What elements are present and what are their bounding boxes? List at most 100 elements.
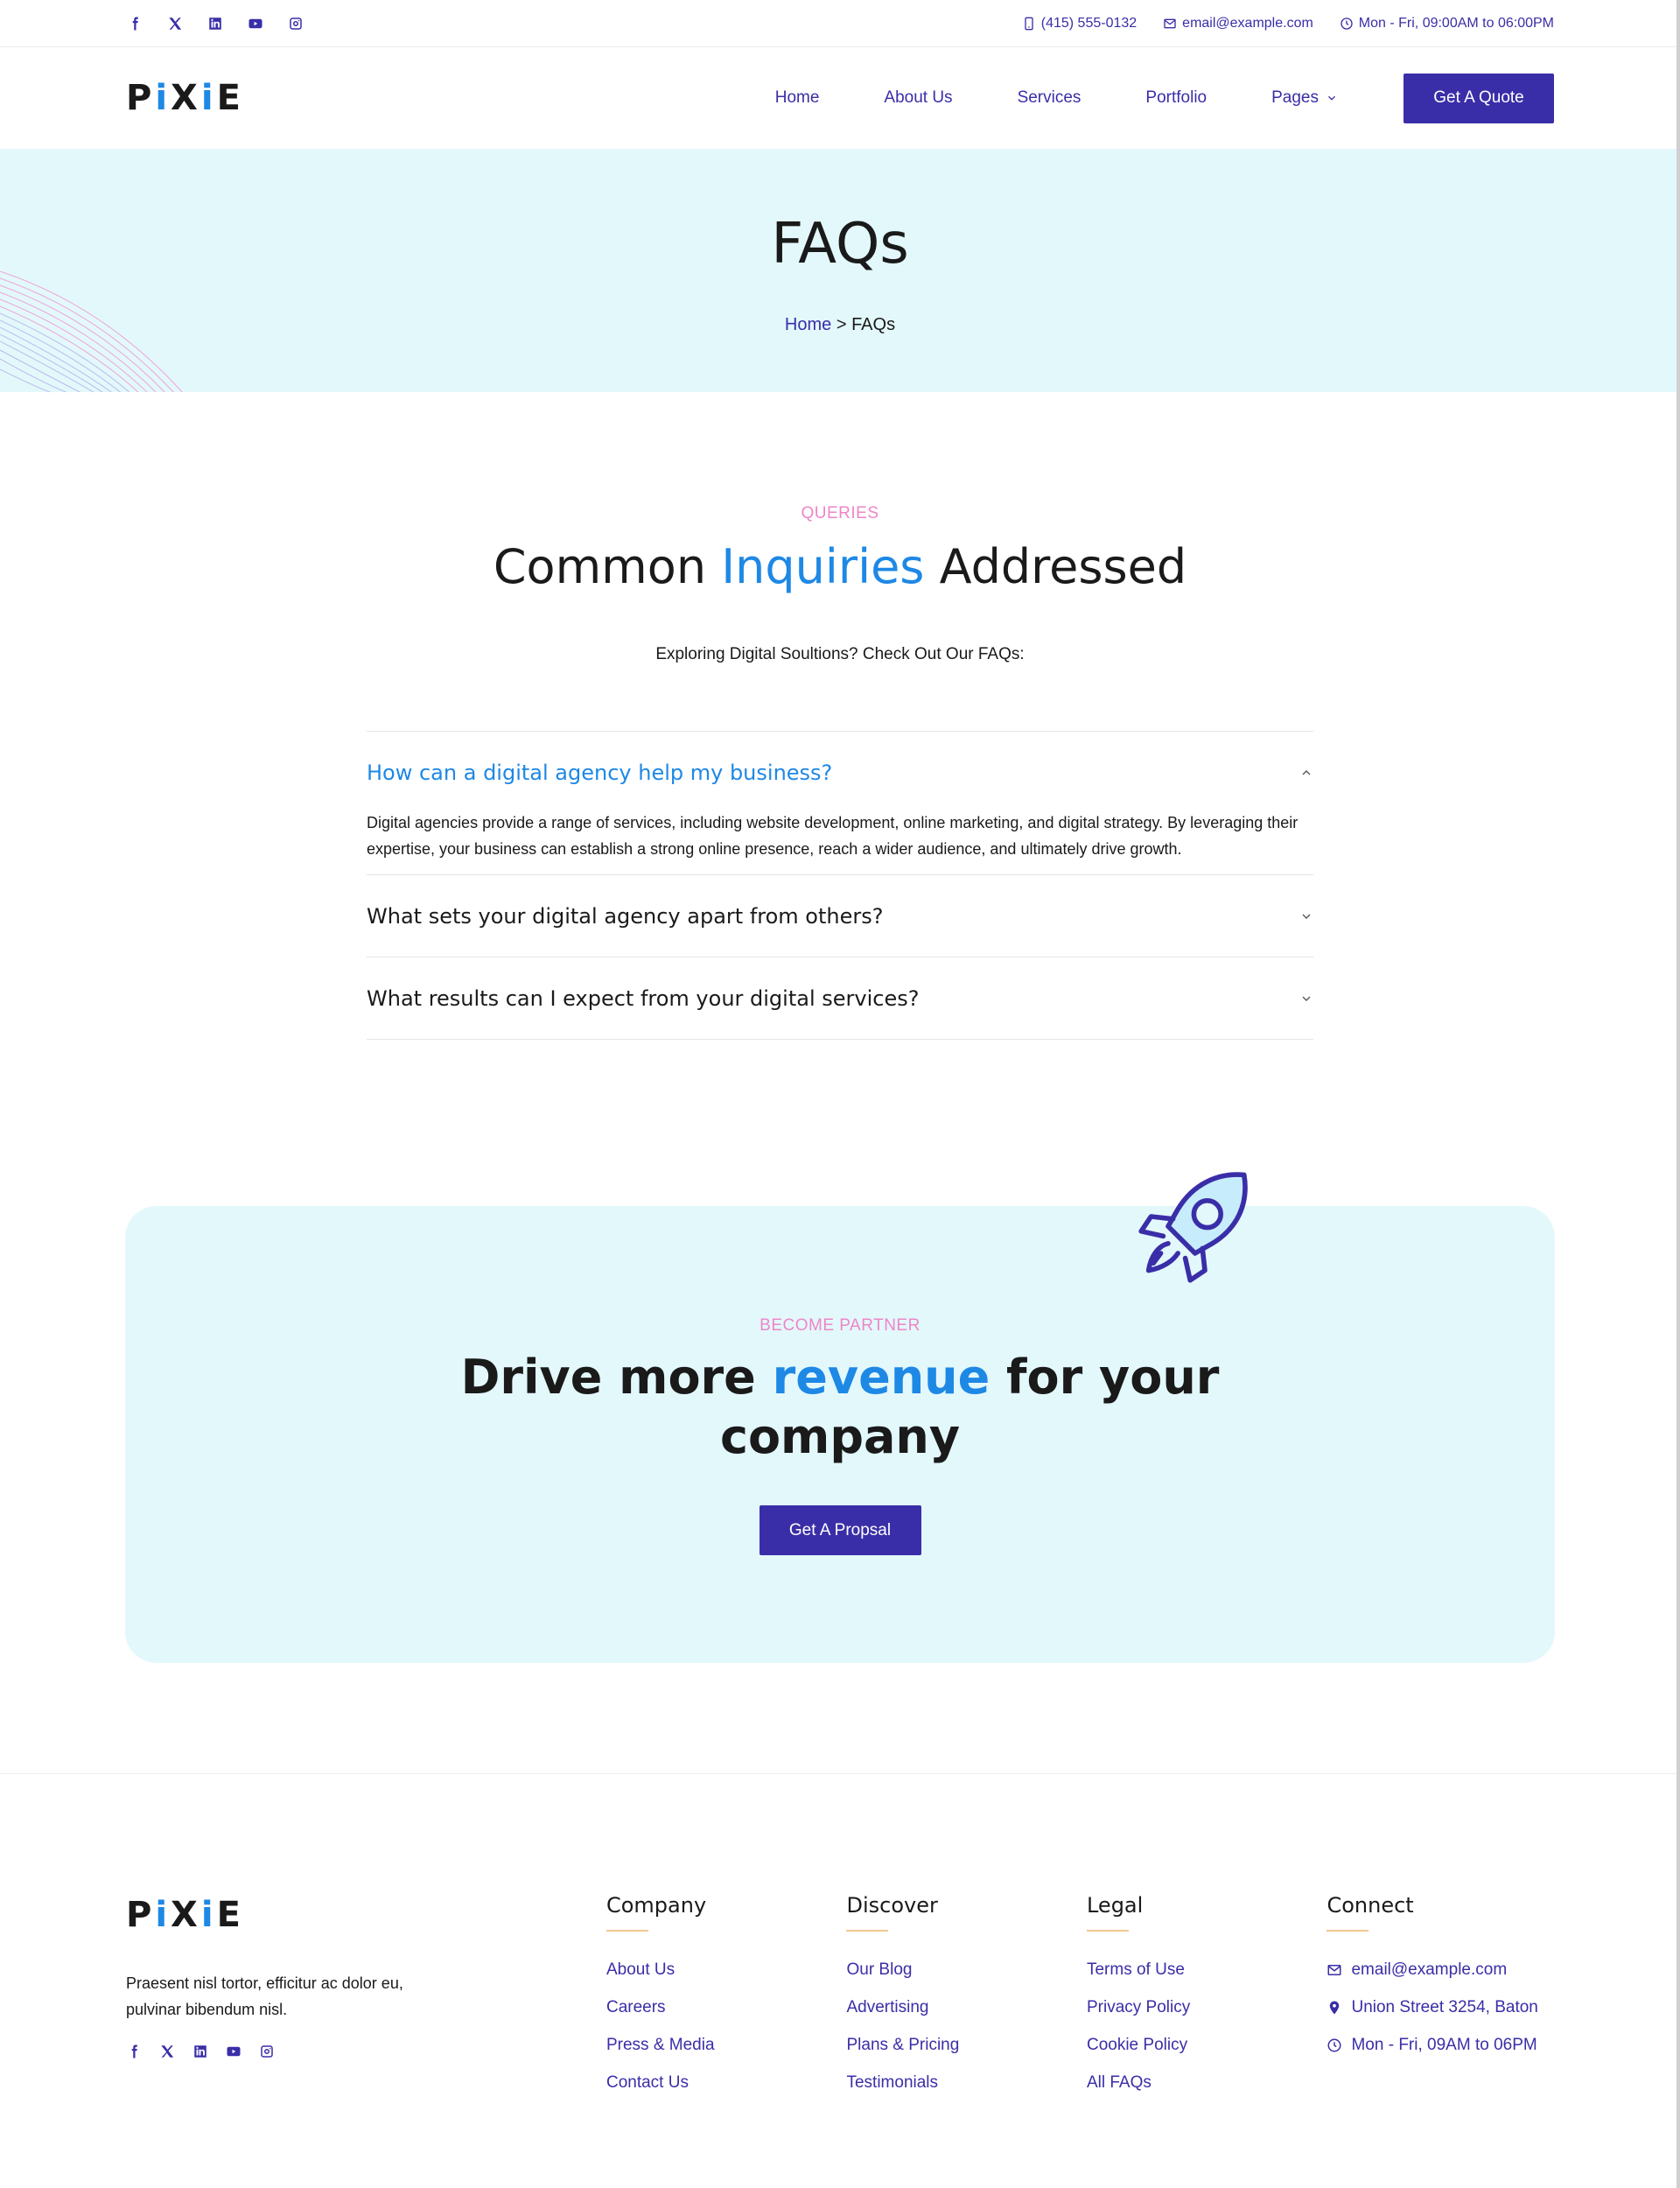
youtube-icon[interactable] [226, 2044, 242, 2064]
logo[interactable]: PiXiE [126, 78, 244, 118]
footer-address: Union Street 3254, Baton [1326, 1988, 1554, 2026]
instagram-icon[interactable] [259, 2044, 275, 2064]
facebook-icon[interactable] [126, 2044, 142, 2064]
footer-hours: Mon - Fri, 09AM to 06PM [1326, 2026, 1554, 2064]
footer-link[interactable]: Contact Us [606, 2064, 847, 2101]
linkedin-icon[interactable] [206, 15, 224, 32]
nav-home[interactable]: Home [743, 88, 852, 108]
envelope-icon [1164, 18, 1176, 29]
nav-pages-label: Pages [1271, 88, 1319, 107]
contact-info: (415) 555-0132 email@example.com Mon - F… [1022, 16, 1554, 32]
footer-brand: PiXiE Praesent nisl tortor, efficitur ac… [126, 1893, 606, 2101]
faq-subtitle: Exploring Digital Soultions? Check Out O… [655, 645, 1025, 663]
page-hero: FAQs Home > FAQs [0, 149, 1680, 392]
footer-link[interactable]: Careers [606, 1988, 847, 2026]
site-footer: PiXiE Praesent nisl tortor, efficitur ac… [0, 1773, 1680, 2101]
faq-item: What sets your digital agency apart from… [367, 874, 1313, 957]
faq-item: How can a digital agency help my busines… [367, 731, 1313, 874]
footer-link[interactable]: Testimonials [846, 2064, 1087, 2101]
main-nav: Home About Us Services Portfolio Pages G… [743, 73, 1554, 123]
facebook-icon[interactable] [126, 15, 144, 32]
nav-pages[interactable]: Pages [1239, 88, 1370, 108]
faq-accordion: How can a digital agency help my busines… [367, 731, 1313, 1040]
footer-email[interactable]: email@example.com [1326, 1951, 1554, 1988]
email-address: email@example.com [1182, 16, 1313, 31]
footer-link[interactable]: Advertising [846, 1988, 1087, 2026]
footer-column-legal: Legal Terms of Use Privacy Policy Cookie… [1086, 1893, 1327, 2101]
nav-portfolio[interactable]: Portfolio [1113, 88, 1239, 108]
faq-question: What results can I expect from your digi… [367, 985, 920, 1011]
footer-link[interactable]: Terms of Use [1087, 1951, 1327, 1988]
x-icon[interactable] [166, 15, 184, 32]
breadcrumb-separator: > [831, 315, 852, 334]
cta-card: BECOME PARTNER Drive more revenue for yo… [125, 1172, 1555, 1663]
chevron-down-icon [1302, 996, 1311, 1001]
cta-eyebrow: BECOME PARTNER [760, 1316, 920, 1335]
footer-column-title: Company [606, 1893, 707, 1918]
faq-question-toggle[interactable]: What sets your digital agency apart from… [367, 875, 1313, 957]
footer-email-text: email@example.com [1351, 1960, 1508, 1979]
chevron-up-icon [1302, 769, 1311, 775]
x-icon[interactable] [159, 2044, 175, 2064]
footer-link[interactable]: All FAQs [1087, 2064, 1327, 2101]
page-scrollbar[interactable] [1676, 0, 1680, 2188]
youtube-icon[interactable] [247, 15, 264, 32]
footer-column-title: Legal [1086, 1893, 1144, 1918]
hours-info: Mon - Fri, 09:00AM to 06:00PM [1340, 16, 1554, 32]
rocket-icon [1138, 1172, 1248, 1283]
envelope-icon [1327, 1964, 1341, 1975]
cta-heading: Drive more revenue for your company [460, 1350, 1220, 1464]
faq-heading: Common Inquiries Addressed [493, 539, 1187, 594]
get-quote-button[interactable]: Get A Quote [1404, 73, 1554, 123]
footer-column-discover: Discover Our Blog Advertising Plans & Pr… [846, 1893, 1087, 2101]
faq-question: How can a digital agency help my busines… [367, 760, 833, 785]
chevron-down-icon [1328, 95, 1335, 101]
title-underline [606, 1930, 648, 1932]
faq-question: What sets your digital agency apart from… [367, 903, 884, 929]
footer-link[interactable]: Cookie Policy [1087, 2026, 1327, 2064]
faq-answer: Digital agencies provide a range of serv… [367, 814, 1298, 858]
phone-number: (415) 555-0132 [1040, 16, 1138, 31]
page-title: FAQs [771, 212, 909, 277]
title-underline [1086, 1930, 1129, 1932]
footer-description: Praesent nisl tortor, efficitur ac dolor… [126, 1974, 403, 2018]
footer-logo[interactable]: PiXiE [126, 1895, 606, 1935]
instagram-icon[interactable] [287, 15, 304, 32]
top-social-links [126, 15, 304, 32]
clock-icon [1327, 2038, 1341, 2051]
footer-column-title: Connect [1326, 1893, 1414, 1918]
breadcrumb-current: FAQs [851, 315, 896, 334]
business-hours: Mon - Fri, 09:00AM to 06:00PM [1358, 16, 1554, 31]
footer-link[interactable]: About Us [606, 1951, 847, 1988]
decorative-waves [0, 271, 183, 392]
footer-column-title: Discover [846, 1893, 938, 1918]
breadcrumb: Home > FAQs [0, 315, 1680, 335]
title-underline [1326, 1930, 1369, 1932]
site-header: PiXiE Home About Us Services Portfolio P… [0, 47, 1680, 149]
get-proposal-button[interactable]: Get A Propsal [759, 1505, 921, 1555]
clock-icon [1340, 18, 1353, 30]
faq-eyebrow: QUERIES [801, 504, 879, 522]
footer-column-company: Company About Us Careers Press & Media C… [606, 1893, 847, 2101]
email-info[interactable]: email@example.com [1163, 16, 1313, 32]
chevron-down-icon [1302, 914, 1311, 919]
top-bar: (415) 555-0132 email@example.com Mon - F… [0, 0, 1680, 47]
footer-address-text: Union Street 3254, Baton [1351, 1997, 1538, 2016]
faq-item: What results can I expect from your digi… [367, 957, 1313, 1040]
footer-link[interactable]: Our Blog [846, 1951, 1087, 1988]
linkedin-icon[interactable] [192, 2044, 208, 2064]
faq-question-toggle[interactable]: What results can I expect from your digi… [367, 957, 1313, 1039]
faq-question-toggle[interactable]: How can a digital agency help my busines… [367, 732, 1313, 813]
phone-info[interactable]: (415) 555-0132 [1022, 16, 1137, 32]
breadcrumb-home[interactable]: Home [785, 315, 831, 334]
footer-social-links [126, 2044, 606, 2064]
cta-section: BECOME PARTNER Drive more revenue for yo… [0, 1172, 1680, 1663]
nav-services[interactable]: Services [985, 88, 1114, 108]
nav-about-us[interactable]: About Us [851, 88, 984, 108]
footer-link[interactable]: Privacy Policy [1087, 1988, 1327, 2026]
title-underline [846, 1930, 889, 1932]
map-pin-icon [1330, 2001, 1340, 2014]
footer-link[interactable]: Press & Media [606, 2026, 847, 2064]
faq-section: QUERIES Common Inquiries Addressed Explo… [0, 392, 1680, 1040]
footer-link[interactable]: Plans & Pricing [846, 2026, 1087, 2064]
